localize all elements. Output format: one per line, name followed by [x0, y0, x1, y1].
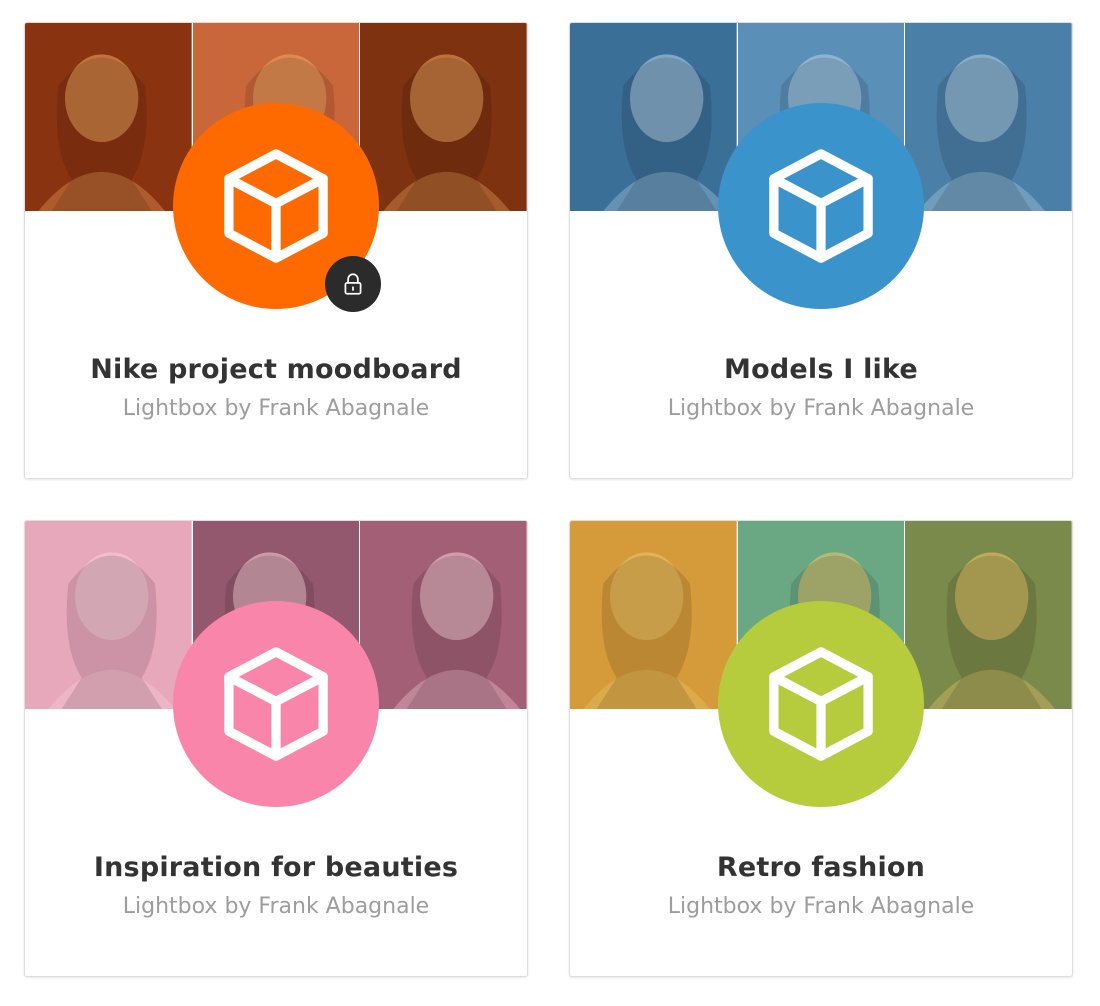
banner-thumbnail [905, 23, 1072, 211]
banner-thumbnail [25, 23, 193, 211]
lock-icon [340, 271, 366, 297]
lightbox-title[interactable]: Retro fashion [570, 852, 1072, 883]
lightbox-owner: Lightbox by Frank Abagnale [667, 894, 975, 919]
banner-thumbnail [905, 521, 1072, 709]
cube-icon [759, 642, 883, 766]
cube-icon [214, 144, 338, 268]
lightbox-grid: Nike project moodboard Lightbox by Frank… [0, 0, 1100, 1006]
cube-icon [214, 642, 338, 766]
banner-thumbnail [25, 521, 193, 709]
lightbox-owner: Lightbox by Frank Abagnale [667, 396, 975, 421]
lightbox-icon-badge [173, 601, 379, 807]
lightbox-owner: Lightbox by Frank Abagnale [122, 396, 430, 421]
lightbox-icon-badge [718, 103, 924, 309]
lightbox-card[interactable]: Models I like Lightbox by Frank Abagnale [569, 22, 1073, 479]
lightbox-icon-badge [718, 601, 924, 807]
banner-thumbnail [570, 23, 738, 211]
banner-thumbnail [360, 23, 527, 211]
banner-thumbnail [570, 521, 738, 709]
banner-thumbnail [360, 521, 527, 709]
lightbox-title[interactable]: Inspiration for beauties [25, 852, 527, 883]
lightbox-title[interactable]: Models I like [570, 354, 1072, 385]
lightbox-title[interactable]: Nike project moodboard [25, 354, 527, 385]
lightbox-card[interactable]: Nike project moodboard Lightbox by Frank… [24, 22, 528, 479]
lock-icon-badge [325, 256, 381, 312]
cube-icon [759, 144, 883, 268]
lightbox-card[interactable]: Retro fashion Lightbox by Frank Abagnale [569, 520, 1073, 977]
lightbox-card[interactable]: Inspiration for beauties Lightbox by Fra… [24, 520, 528, 977]
lightbox-owner: Lightbox by Frank Abagnale [122, 894, 430, 919]
